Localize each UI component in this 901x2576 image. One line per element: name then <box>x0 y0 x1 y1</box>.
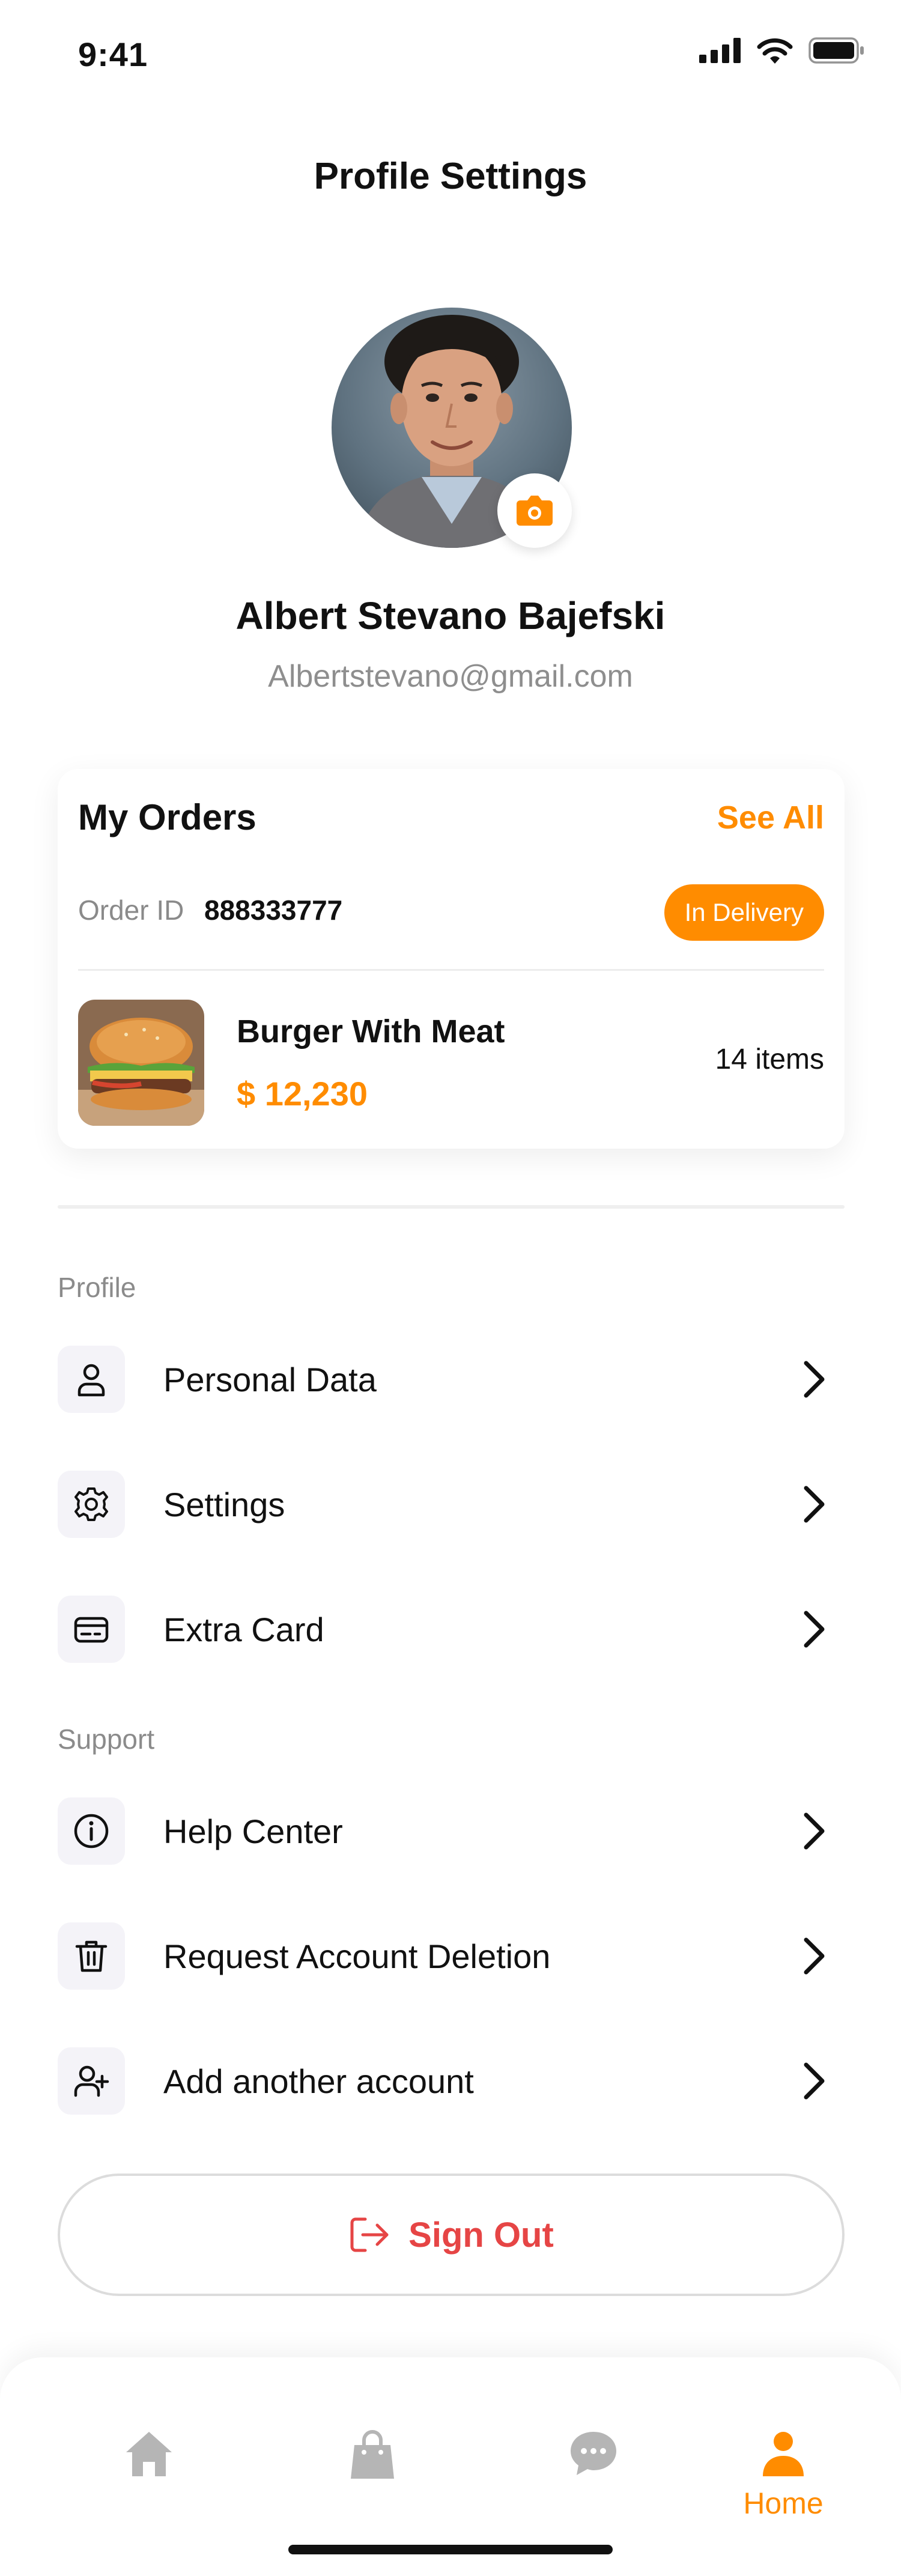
bag-icon <box>351 2430 394 2479</box>
battery-icon <box>808 37 864 64</box>
gear-icon <box>74 1487 108 1521</box>
menu-item-extra-card[interactable]: Extra Card <box>58 1594 845 1664</box>
menu-item-settings[interactable]: Settings <box>58 1469 845 1539</box>
menu-icon-container <box>58 2047 125 2115</box>
user-name: Albert Stevano Bajefski <box>235 594 666 637</box>
nav-item-orders[interactable] <box>312 2429 432 2480</box>
my-orders-title: My Orders <box>78 797 256 837</box>
section-label-support: Support <box>58 1724 155 1755</box>
signal-icon <box>699 38 741 63</box>
home-icon <box>126 2432 172 2476</box>
nav-item-chat[interactable] <box>533 2429 654 2477</box>
avatar-container <box>332 308 572 548</box>
bottom-nav: Home <box>0 2357 901 2576</box>
chevron-right-icon <box>796 1355 833 1403</box>
menu-item-add-account[interactable]: Add another account <box>58 2046 845 2116</box>
credit-card-icon <box>74 1617 109 1643</box>
user-icon <box>77 1364 105 1397</box>
food-name: Burger With Meat <box>237 1013 505 1050</box>
status-badge-label: In Delivery <box>684 898 804 926</box>
chevron-right-icon <box>796 1932 833 1980</box>
user-email: Albertstevano@gmail.com <box>268 659 633 694</box>
status-time: 9:41 <box>78 35 148 73</box>
menu-label: Extra Card <box>163 1610 324 1648</box>
menu-icon-container <box>58 1797 125 1865</box>
menu-icon-container <box>58 1346 125 1413</box>
menu-icon-container <box>58 1596 125 1663</box>
order-id-value: 888333777 <box>204 895 343 926</box>
section-label-profile: Profile <box>58 1272 136 1303</box>
menu-item-help-center[interactable]: Help Center <box>58 1796 845 1866</box>
status-badge: In Delivery <box>664 884 824 941</box>
logout-icon <box>350 2217 389 2252</box>
section-divider <box>58 1205 845 1209</box>
card-divider <box>78 969 824 971</box>
sign-out-label: Sign Out <box>408 2215 554 2255</box>
my-orders-card: My Orders See All Order ID 888333777 In … <box>58 769 845 1149</box>
home-indicator <box>288 2545 613 2554</box>
menu-label: Personal Data <box>163 1360 377 1399</box>
chevron-right-icon <box>796 2057 833 2105</box>
change-photo-button[interactable] <box>497 473 572 548</box>
menu-label: Settings <box>163 1485 285 1523</box>
chevron-right-icon <box>796 1480 833 1528</box>
wifi-icon <box>757 38 793 64</box>
see-all-link[interactable]: See All <box>717 799 824 836</box>
sign-out-button[interactable]: Sign Out <box>58 2174 845 2296</box>
chevron-right-icon <box>796 1807 833 1855</box>
chat-icon <box>571 2432 616 2475</box>
chevron-right-icon <box>796 1605 833 1653</box>
menu-label: Help Center <box>163 1812 343 1850</box>
status-icons <box>699 37 865 64</box>
nav-item-profile[interactable]: Home <box>723 2429 843 2521</box>
food-price: $ 12,230 <box>237 1075 368 1113</box>
menu-icon-container <box>58 1471 125 1538</box>
info-icon <box>74 1814 109 1848</box>
menu-label: Request Account Deletion <box>163 1937 551 1975</box>
menu-item-request-deletion[interactable]: Request Account Deletion <box>58 1921 845 1991</box>
trash-icon <box>75 1940 108 1972</box>
menu-item-personal-data[interactable]: Personal Data <box>58 1344 845 1414</box>
profile-icon <box>763 2432 804 2476</box>
menu-icon-container <box>58 1922 125 1990</box>
food-thumbnail[interactable] <box>78 1000 204 1126</box>
nav-item-home[interactable] <box>89 2429 209 2477</box>
camera-icon <box>517 496 553 526</box>
page-title: Profile Settings <box>314 156 587 197</box>
nav-label-active: Home <box>743 2486 824 2520</box>
food-count: 14 items <box>715 1043 824 1075</box>
order-id-label: Order ID <box>78 895 184 926</box>
menu-label: Add another account <box>163 2062 474 2100</box>
add-user-icon <box>74 2065 109 2097</box>
burger-image <box>78 1000 204 1126</box>
